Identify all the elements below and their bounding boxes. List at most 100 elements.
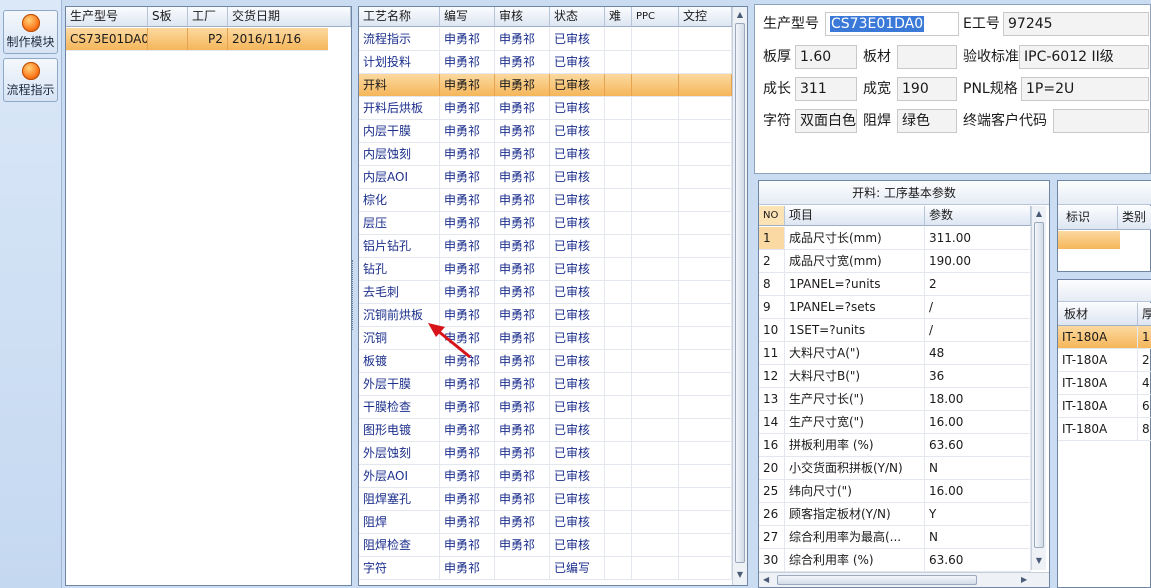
- process-row[interactable]: 内层干膜 申勇祁 申勇祁 已审核: [359, 120, 732, 143]
- col-writer[interactable]: 编写: [440, 7, 495, 26]
- cell: 申勇祁: [440, 557, 495, 579]
- process-row[interactable]: 阻焊塞孔 申勇祁 申勇祁 已审核: [359, 488, 732, 511]
- process-row[interactable]: 棕化 申勇祁 申勇祁 已审核: [359, 189, 732, 212]
- process-row[interactable]: 沉铜 申勇祁 申勇祁 已审核: [359, 327, 732, 350]
- cell: 申勇祁: [440, 51, 495, 73]
- param-row[interactable]: 27 综合利用率为最高(... N: [759, 526, 1031, 549]
- param-row[interactable]: 8 1PANEL=?units 2: [759, 273, 1031, 296]
- params-scroll-down-icon[interactable]: ▼: [1034, 556, 1044, 566]
- e-field[interactable]: 97245: [1003, 12, 1149, 36]
- material-row[interactable]: IT-180A6.: [1058, 395, 1151, 418]
- col-factory[interactable]: 工厂: [188, 7, 228, 26]
- col-value[interactable]: 参数: [925, 206, 1031, 225]
- col-status[interactable]: 状态: [550, 7, 605, 26]
- order-row[interactable]: CS73E01DA0 P2 2016/11/16: [66, 28, 328, 51]
- process-row[interactable]: 外层干膜 申勇祁 申勇祁 已审核: [359, 373, 732, 396]
- process-row[interactable]: 沉铜前烘板 申勇祁 申勇祁 已审核: [359, 304, 732, 327]
- col-difficulty[interactable]: 难: [605, 7, 632, 26]
- process-row[interactable]: 去毛刺 申勇祁 申勇祁 已审核: [359, 281, 732, 304]
- scroll-up-icon[interactable]: ▲: [735, 10, 745, 20]
- col-no[interactable]: NO: [759, 206, 785, 225]
- param-row[interactable]: 11 大料尺寸A(") 48: [759, 342, 1031, 365]
- thickness-field[interactable]: 1.60: [795, 45, 857, 69]
- params-scroll-right-icon[interactable]: ▶: [1021, 575, 1027, 584]
- col-date[interactable]: 交货日期: [228, 7, 351, 26]
- process-row[interactable]: 铝片钻孔 申勇祁 申勇祁 已审核: [359, 235, 732, 258]
- process-row[interactable]: 阻焊 申勇祁 申勇祁 已审核: [359, 511, 732, 534]
- process-guide-button[interactable]: 流程指示: [3, 58, 58, 102]
- pnl-field[interactable]: 1P=2U: [1021, 77, 1149, 101]
- param-row[interactable]: 12 大料尺寸B(") 36: [759, 365, 1031, 388]
- cell: [632, 557, 679, 579]
- module-button[interactable]: 制作模块: [3, 10, 58, 54]
- col-mark[interactable]: 标识: [1058, 206, 1118, 229]
- char-field[interactable]: 双面白色: [795, 109, 857, 133]
- process-row[interactable]: 干膜检查 申勇祁 申勇祁 已审核: [359, 396, 732, 419]
- thickness-label: 板厚: [763, 49, 791, 65]
- process-row[interactable]: 板镀 申勇祁 申勇祁 已审核: [359, 350, 732, 373]
- cell: [632, 511, 679, 533]
- material-field[interactable]: [897, 45, 957, 69]
- param-row[interactable]: 14 生产尺寸宽(") 16.00: [759, 411, 1031, 434]
- col-category[interactable]: 类别: [1118, 206, 1151, 229]
- length-field[interactable]: 311: [795, 77, 857, 101]
- col-thick[interactable]: 厚: [1138, 303, 1151, 325]
- material-row[interactable]: IT-180A8.: [1058, 418, 1151, 441]
- process-row[interactable]: 流程指示 申勇祁 申勇祁 已审核: [359, 28, 732, 51]
- model-field[interactable]: CS73E01DA0: [825, 12, 959, 36]
- process-row[interactable]: 计划投料 申勇祁 申勇祁 已审核: [359, 51, 732, 74]
- width-field[interactable]: 190: [897, 77, 957, 101]
- params-hscrollbar[interactable]: ◀ ▶: [759, 572, 1049, 587]
- material-row[interactable]: IT-180A2.: [1058, 349, 1151, 372]
- col-model[interactable]: 生产型号: [66, 7, 148, 26]
- cell: [605, 281, 632, 303]
- process-row[interactable]: 内层蚀刻 申勇祁 申勇祁 已审核: [359, 143, 732, 166]
- col-ppc[interactable]: PPC: [632, 7, 679, 26]
- scroll-down-icon[interactable]: ▼: [735, 570, 745, 580]
- col-board[interactable]: 板材: [1058, 303, 1138, 325]
- col-doc-control[interactable]: 文控: [679, 7, 732, 26]
- material-row[interactable]: IT-180A 1: [1058, 326, 1151, 349]
- process-row[interactable]: 外层AOI 申勇祁 申勇祁 已审核: [359, 465, 732, 488]
- params-scroll-left-icon[interactable]: ◀: [763, 575, 769, 584]
- process-row[interactable]: 开料后烘板 申勇祁 申勇祁 已审核: [359, 97, 732, 120]
- splitter-handle[interactable]: [352, 260, 357, 330]
- params-scroll-thumb[interactable]: [1034, 222, 1044, 548]
- col-s[interactable]: S板: [148, 7, 188, 26]
- process-row[interactable]: 层压 申勇祁 申勇祁 已审核: [359, 212, 732, 235]
- cell: [605, 166, 632, 188]
- param-row[interactable]: 13 生产尺寸长(") 18.00: [759, 388, 1031, 411]
- col-process-name[interactable]: 工艺名称: [359, 7, 440, 26]
- process-row[interactable]: 内层AOI 申勇祁 申勇祁 已审核: [359, 166, 732, 189]
- process-row[interactable]: 阻焊检查 申勇祁 申勇祁 已审核: [359, 534, 732, 557]
- process-row[interactable]: 字符 申勇祁 已编写: [359, 557, 732, 580]
- param-row[interactable]: 25 纬向尺寸(") 16.00: [759, 480, 1031, 503]
- scroll-thumb[interactable]: [735, 23, 745, 563]
- mark-row[interactable]: [1058, 231, 1120, 249]
- process-scrollbar[interactable]: ▲ ▼: [732, 7, 747, 585]
- col-item[interactable]: 项目: [785, 206, 925, 225]
- customer-field[interactable]: [1053, 109, 1149, 133]
- param-row[interactable]: 1 成品尺寸长(mm) 311.00: [759, 227, 1031, 250]
- cell: 4.: [1138, 372, 1151, 394]
- params-scroll-up-icon[interactable]: ▲: [1034, 209, 1044, 219]
- process-row[interactable]: 图形电镀 申勇祁 申勇祁 已审核: [359, 419, 732, 442]
- material-row[interactable]: IT-180A4.: [1058, 372, 1151, 395]
- process-row[interactable]: 开料 申勇祁 申勇祁 已审核: [359, 74, 732, 97]
- param-row[interactable]: 9 1PANEL=?sets /: [759, 296, 1031, 319]
- param-row[interactable]: 20 小交货面积拼板(Y/N) N: [759, 457, 1031, 480]
- cell: 申勇祁: [495, 166, 550, 188]
- standard-field[interactable]: IPC-6012 II级: [1019, 45, 1149, 69]
- param-row[interactable]: 26 顾客指定板材(Y/N) Y: [759, 503, 1031, 526]
- mask-field[interactable]: 绿色: [897, 109, 957, 133]
- params-hscroll-thumb[interactable]: [777, 575, 977, 585]
- process-row[interactable]: 外层蚀刻 申勇祁 申勇祁 已审核: [359, 442, 732, 465]
- cell: [679, 327, 732, 349]
- param-row[interactable]: 2 成品尺寸宽(mm) 190.00: [759, 250, 1031, 273]
- param-row[interactable]: 30 综合利用率 (%) 63.60: [759, 549, 1031, 572]
- param-row[interactable]: 16 拼板利用率 (%) 63.60: [759, 434, 1031, 457]
- process-row[interactable]: 钻孔 申勇祁 申勇祁 已审核: [359, 258, 732, 281]
- col-reviewer[interactable]: 审核: [495, 7, 550, 26]
- param-row[interactable]: 10 1SET=?units /: [759, 319, 1031, 342]
- params-scrollbar[interactable]: ▲ ▼: [1031, 206, 1046, 570]
